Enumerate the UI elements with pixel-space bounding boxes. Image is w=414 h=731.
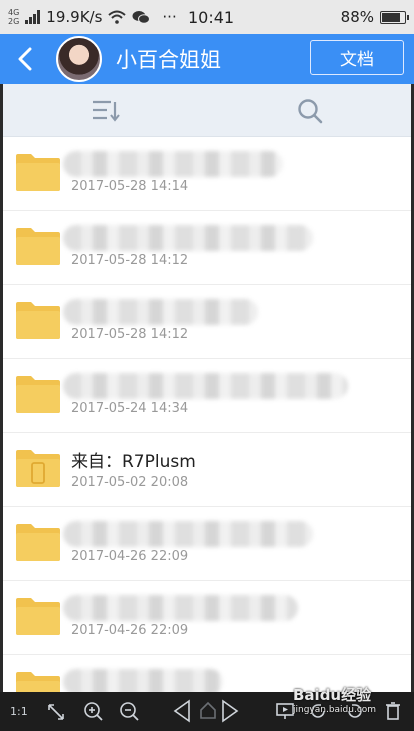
wifi-icon [108,10,127,24]
file-name-redacted [63,373,348,399]
battery-icon [380,10,409,24]
status-time: 10:41 [188,7,235,27]
watermark-title: Baidu经验 [293,686,372,704]
zoom-in-icon[interactable] [82,698,104,724]
file-list: 2017-05-28 14:14 2017-05-28 14:12 2017-0… [3,137,411,716]
watermark-url: jingyan.baidu.com [293,705,377,715]
app-header: 小百合姐姐 文档 [0,34,414,84]
page-title: 小百合姐姐 [116,48,221,72]
next-icon[interactable] [220,698,240,724]
folder-icon [16,524,60,561]
list-item[interactable]: 2017-05-28 14:12 [3,285,411,359]
device-folder-icon [16,450,60,487]
file-name-redacted [63,299,258,325]
file-date: 2017-05-28 14:12 [71,253,189,268]
status-bar: 4G 2G 19.9K/s ··· 10:41 88% [0,0,414,34]
folder-icon [16,154,60,191]
file-date: 2017-05-28 14:12 [71,327,189,342]
file-date: 2017-04-26 22:09 [71,549,189,564]
previous-icon[interactable] [172,698,192,724]
actual-size-button[interactable]: 1:1 [10,698,28,724]
file-date: 2017-05-24 14:34 [71,401,189,416]
list-item[interactable]: 来自：R7Plusm 2017-05-02 20:08 [3,433,411,507]
trash-icon[interactable] [384,698,402,724]
folder-icon [16,228,60,265]
wechat-icon [132,11,151,24]
list-item[interactable]: 2017-04-26 22:09 [3,507,411,581]
chevron-left-icon [18,47,32,71]
battery-percent: 88% [340,8,374,26]
network-type-2g: 2G [8,17,20,26]
network-type: 4G 2G [8,8,19,26]
file-name-redacted [63,225,313,251]
list-item[interactable]: 2017-05-28 14:14 [3,137,411,211]
list-item[interactable]: 2017-04-26 22:09 [3,581,411,655]
file-name-redacted [63,151,283,177]
list-toolbar [3,84,411,137]
search-icon[interactable] [296,97,324,125]
sort-icon[interactable] [91,98,121,122]
file-name-redacted [63,521,313,547]
file-name-redacted [63,595,298,621]
baidu-watermark: Baidu经验 jingyan.baidu.com [293,684,376,715]
back-button[interactable] [0,34,50,84]
network-speed: 19.9K/s [46,8,103,26]
file-date: 2017-04-26 22:09 [71,623,189,638]
folder-icon [16,598,60,635]
network-type-4g: 4G [8,8,20,17]
list-item[interactable]: 2017-05-24 14:34 [3,359,411,433]
home-icon[interactable] [199,698,217,724]
more-indicator: ··· [162,8,177,26]
avatar[interactable] [56,36,102,82]
folder-icon [16,376,60,413]
zoom-out-icon[interactable] [118,698,140,724]
documents-button[interactable]: 文档 [310,40,404,75]
signal-icon [25,10,41,24]
folder-icon [16,302,60,339]
fit-screen-icon[interactable] [46,698,66,724]
file-date: 2017-05-28 14:14 [71,179,189,194]
slideshow-icon[interactable] [275,698,295,724]
file-name: 来自：R7Plusm [71,452,196,472]
list-item[interactable]: 2017-05-28 14:12 [3,211,411,285]
file-date: 2017-05-02 20:08 [71,475,189,490]
